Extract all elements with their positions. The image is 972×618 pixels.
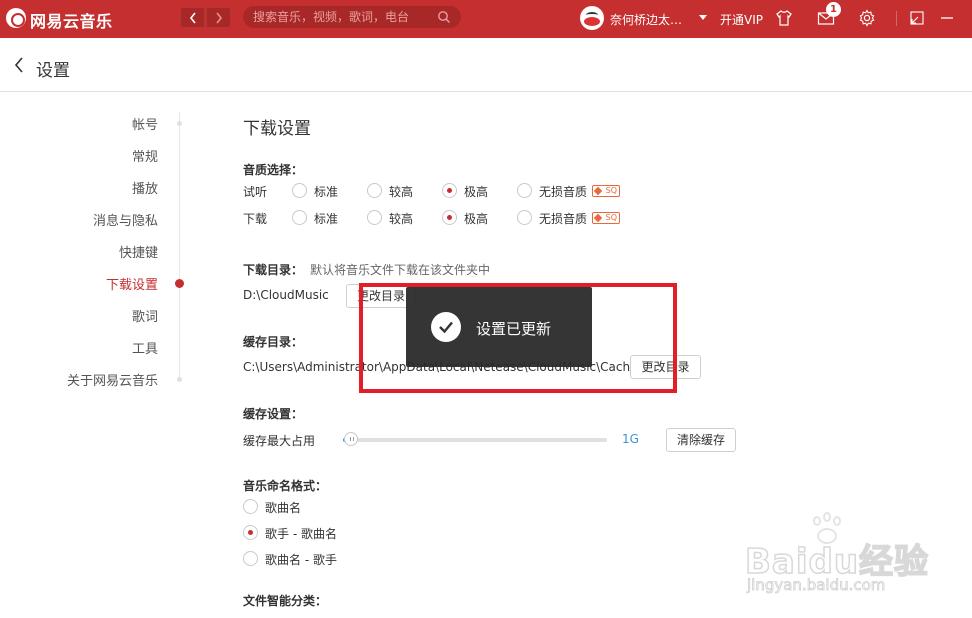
download-standard-radio[interactable] [292, 210, 307, 225]
nav-item-download[interactable]: 下载设置 [106, 274, 158, 293]
vip-link[interactable]: 开通VIP [720, 11, 763, 28]
naming-song-radio[interactable] [243, 499, 258, 514]
section-title: 下载设置 [243, 119, 311, 139]
netease-logo-icon [6, 8, 26, 28]
option-label: 较高 [389, 212, 414, 226]
option-label: 极高 [464, 185, 489, 199]
preview-quality-label: 试听 [243, 185, 268, 199]
nav-item-playback[interactable]: 播放 [132, 178, 158, 197]
avatar[interactable] [580, 6, 604, 30]
nav-item-shortcuts[interactable]: 快捷键 [119, 242, 158, 261]
nav-dot [177, 377, 182, 382]
naming-song-artist-radio[interactable] [243, 551, 258, 566]
nav-item-general[interactable]: 常规 [132, 146, 158, 165]
watermark-url: jingyan.baidu.com [747, 576, 886, 595]
nav-timeline [179, 112, 180, 382]
clear-cache-button[interactable]: 清除缓存 [666, 428, 736, 452]
preview-higher-radio[interactable] [367, 183, 382, 198]
nav-item-account[interactable]: 帐号 [132, 114, 158, 133]
forward-button[interactable] [206, 7, 231, 28]
app-title: 网易云音乐 [30, 12, 113, 31]
title-bar: 网易云音乐 奈何桥边太… 开通VIP 1 [0, 0, 972, 38]
page-title: 设置 [36, 61, 70, 81]
gear-icon[interactable] [858, 9, 876, 27]
toolbar-divider [896, 11, 897, 26]
option-label: 无损音质 [539, 212, 588, 226]
download-dir-label: 下载目录： [243, 263, 304, 277]
settings-nav: 帐号 常规 播放 消息与隐私 快捷键 下载设置 歌词 工具 关于网易云音乐 [0, 92, 200, 612]
sq-badge: SQ [592, 185, 620, 197]
option-label: 标准 [314, 212, 339, 226]
back-button[interactable] [180, 7, 205, 28]
preview-standard-radio[interactable] [292, 183, 307, 198]
naming-format-label: 音乐命名格式： [243, 479, 328, 493]
mini-mode-icon[interactable] [908, 9, 926, 27]
caret-down-icon[interactable] [699, 15, 707, 20]
preview-extreme-radio[interactable] [442, 183, 457, 198]
chevron-right-icon [215, 12, 222, 23]
sq-badge: SQ [592, 212, 620, 224]
message-count-badge: 1 [826, 2, 841, 17]
skin-icon[interactable] [775, 9, 793, 27]
nav-dot [177, 121, 182, 126]
download-higher-radio[interactable] [367, 210, 382, 225]
download-lossless-radio[interactable] [517, 210, 532, 225]
download-dir-path: D:\CloudMusic [243, 288, 329, 302]
search-box[interactable] [243, 6, 461, 28]
cache-size-slider[interactable] [343, 432, 607, 446]
search-icon[interactable] [437, 10, 451, 24]
cache-size-value: 1G [622, 432, 639, 446]
nav-item-lyrics[interactable]: 歌词 [132, 306, 158, 325]
download-quality-label: 下载 [243, 212, 268, 226]
chevron-left-icon [189, 12, 196, 23]
nav-dot-active [175, 279, 184, 288]
quality-label: 音质选择： [243, 163, 304, 177]
classify-label: 文件智能分类： [243, 594, 328, 608]
cache-dir-label: 缓存目录： [243, 335, 304, 349]
download-dir-hint: 默认将音乐文件下载在该文件夹中 [310, 263, 491, 277]
nav-item-privacy[interactable]: 消息与隐私 [93, 210, 158, 229]
back-arrow-icon[interactable] [14, 57, 24, 73]
option-label: 极高 [464, 212, 489, 226]
watermark: Baidu经验 jingyan.baidu.com [744, 512, 929, 602]
naming-option-label: 歌手 - 歌曲名 [265, 527, 337, 541]
option-label: 标准 [314, 185, 339, 199]
preview-lossless-radio[interactable] [517, 183, 532, 198]
cache-settings-label: 缓存设置： [243, 407, 304, 421]
option-label: 无损音质 [539, 185, 588, 199]
naming-option-label: 歌曲名 - 歌手 [265, 553, 337, 567]
highlight-box [359, 283, 677, 393]
cache-max-label: 缓存最大占用 [243, 434, 316, 448]
nav-item-about[interactable]: 关于网易云音乐 [67, 370, 158, 389]
naming-artist-song-radio[interactable] [243, 525, 258, 540]
page-header: 设置 [0, 38, 972, 92]
naming-option-label: 歌曲名 [265, 501, 302, 515]
download-extreme-radio[interactable] [442, 210, 457, 225]
search-input[interactable] [253, 9, 433, 25]
minimize-icon[interactable] [938, 9, 956, 27]
option-label: 较高 [389, 185, 414, 199]
nav-item-tools[interactable]: 工具 [132, 338, 158, 357]
username[interactable]: 奈何桥边太… [610, 11, 682, 28]
slider-handle[interactable] [343, 432, 358, 446]
